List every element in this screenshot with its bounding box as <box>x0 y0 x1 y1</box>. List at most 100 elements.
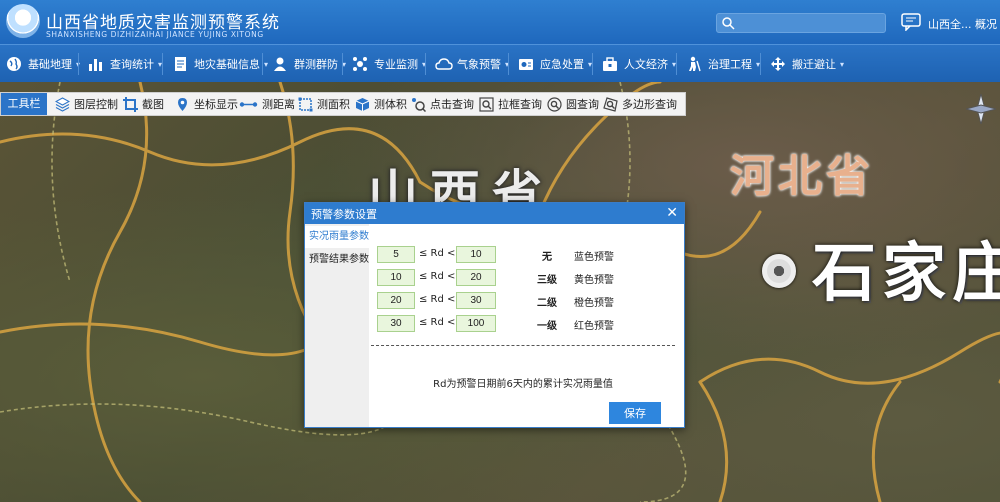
save-button[interactable]: 保存 <box>609 402 661 424</box>
toolbar-title: 工具栏 <box>1 93 47 115</box>
tool-circle-query[interactable]: 圆查询 <box>547 93 599 115</box>
nav-item-pro-monitoring[interactable]: 专业监测 ▾ <box>352 45 426 83</box>
rd-min-input[interactable] <box>377 246 415 263</box>
person-icon <box>272 56 288 72</box>
formula-label: ≤ Rd < <box>419 271 456 282</box>
tab-result-params[interactable]: 预警结果参数 <box>305 249 369 271</box>
main-nav: 基础地理▾ 查询统计▾ 地灾基础信息 ▾ 群测群防▾ 专业监测▾ 气象预警▾ 应急… <box>0 44 1000 82</box>
warning-level: 一级 <box>537 321 557 332</box>
circle-query-icon <box>547 96 562 112</box>
chevron-down-icon: ▾ <box>264 59 269 69</box>
rd-max-input[interactable] <box>456 315 496 332</box>
tool-measure-area[interactable]: 测面积 <box>298 93 350 115</box>
search-box[interactable] <box>716 13 886 33</box>
dialog-sidebar: 实况雨量参数 预警结果参数 <box>305 224 369 427</box>
tool-label: 测体积 <box>374 98 407 111</box>
nav-separator <box>760 53 761 75</box>
tool-label: 多边形查询 <box>622 98 677 111</box>
tool-box-query[interactable]: 拉框查询 <box>479 93 542 115</box>
nav-item-governance-project[interactable]: 治理工程 ▾ <box>686 45 760 83</box>
nav-item-label: 地灾基础信息 <box>194 58 260 71</box>
message-icon[interactable] <box>901 13 921 34</box>
measure-distance-icon <box>239 97 258 112</box>
rd-max-input[interactable] <box>456 292 496 309</box>
nav-item-weather-warning[interactable]: 气象预警 ▾ <box>435 45 509 83</box>
box-query-icon <box>479 96 494 112</box>
warning-level: 无 <box>542 252 552 263</box>
compass-icon[interactable] <box>964 92 998 126</box>
nav-item-group-monitoring[interactable]: 群测群防 ▾ <box>272 45 346 83</box>
move-icon <box>770 56 786 72</box>
rd-min-input[interactable] <box>377 315 415 332</box>
gear-network-icon <box>352 56 368 72</box>
tool-layer-control[interactable]: 图层控制 <box>54 93 118 115</box>
nav-separator <box>676 53 677 75</box>
nav-item-label: 搬迁避让 <box>792 58 836 71</box>
tool-measure-volume[interactable]: 测体积 <box>355 93 407 115</box>
rd-max-input[interactable] <box>456 246 496 263</box>
nav-separator <box>342 53 343 75</box>
rd-min-input[interactable] <box>377 269 415 286</box>
warning-color-label: 红色预警 <box>574 321 614 332</box>
tool-label: 图层控制 <box>74 98 118 111</box>
worker-icon <box>686 56 702 72</box>
polygon-query-icon <box>603 96 618 112</box>
search-input[interactable] <box>737 15 882 31</box>
warning-level: 三级 <box>537 275 557 286</box>
nav-item-basic-geo[interactable]: 基础地理▾ <box>6 45 80 83</box>
globe-icon <box>6 56 22 72</box>
nav-item-label: 应急处置 <box>540 58 584 71</box>
cube-icon <box>355 97 370 112</box>
nav-item-label: 专业监测 <box>374 58 418 71</box>
nav-item-emergency[interactable]: 应急处置 ▾ <box>518 45 592 83</box>
close-icon[interactable]: ✕ <box>666 205 678 221</box>
nav-item-relocation[interactable]: 搬迁避让 ▾ <box>770 45 844 83</box>
nav-item-humanities-economy[interactable]: 人文经济 ▾ <box>602 45 676 83</box>
nav-item-label: 基础地理 <box>28 58 72 71</box>
tool-label: 点击查询 <box>430 98 474 111</box>
overview-link[interactable]: 概况 <box>975 16 997 32</box>
tool-label: 截图 <box>142 98 164 111</box>
nav-separator <box>425 53 426 75</box>
city-marker-icon[interactable] <box>762 254 796 288</box>
app-subtitle: SHANXISHENG DIZHIZAIHAI JIANCE YUJING XI… <box>46 30 264 39</box>
document-icon <box>172 56 188 72</box>
formula-label: ≤ Rd < <box>419 294 456 305</box>
nav-item-label: 查询统计 <box>110 58 154 71</box>
nav-separator <box>508 53 509 75</box>
param-row: ≤ Rd < 二级 橙色预警 <box>377 292 677 309</box>
nav-item-disaster-info[interactable]: 地灾基础信息 ▾ <box>172 45 268 83</box>
tool-measure-distance[interactable]: 测距离 <box>239 93 295 115</box>
nav-item-label: 群测群防 <box>294 58 338 71</box>
nav-item-query-stats[interactable]: 查询统计 ▾ <box>88 45 162 83</box>
divider <box>371 345 675 346</box>
rd-min-input[interactable] <box>377 292 415 309</box>
formula-label: ≤ Rd < <box>419 248 456 259</box>
rd-max-input[interactable] <box>456 269 496 286</box>
layers-icon <box>54 96 71 112</box>
dialog-title: 预警参数设置 <box>311 208 377 221</box>
dialog-header: 预警参数设置 ✕ <box>305 203 684 224</box>
crop-icon <box>123 96 138 112</box>
warning-color-label: 蓝色预警 <box>574 252 614 263</box>
map-label-hebei: 河北省 <box>730 151 874 202</box>
search-icon <box>721 16 735 33</box>
tool-screenshot[interactable]: 截图 <box>123 93 164 115</box>
app-header: 山西省地质灾害监测预警系统 SHANXISHENG DIZHIZAIHAI JI… <box>0 0 1000 44</box>
tool-label: 测距离 <box>262 98 295 111</box>
toolbar: 工具栏 图层控制 截图 坐标显示 测距离 测面积 测体积 点击查询 拉框查询 圆… <box>0 92 686 116</box>
param-row: ≤ Rd < 一级 红色预警 <box>377 315 677 332</box>
nav-separator <box>262 53 263 75</box>
pin-icon <box>175 97 190 112</box>
user-name-link[interactable]: 山西全... <box>928 16 972 32</box>
tab-rainfall-params[interactable]: 实况雨量参数 <box>305 226 369 248</box>
nav-separator <box>78 53 79 75</box>
tool-label: 拉框查询 <box>498 98 542 111</box>
tool-coordinates[interactable]: 坐标显示 <box>175 93 238 115</box>
measure-area-icon <box>298 97 313 112</box>
tool-polygon-query[interactable]: 多边形查询 <box>603 93 677 115</box>
warning-color-label: 橙色预警 <box>574 298 614 309</box>
tool-point-query[interactable]: 点击查询 <box>411 93 474 115</box>
logo-icon <box>6 4 40 38</box>
point-query-icon <box>411 97 427 112</box>
